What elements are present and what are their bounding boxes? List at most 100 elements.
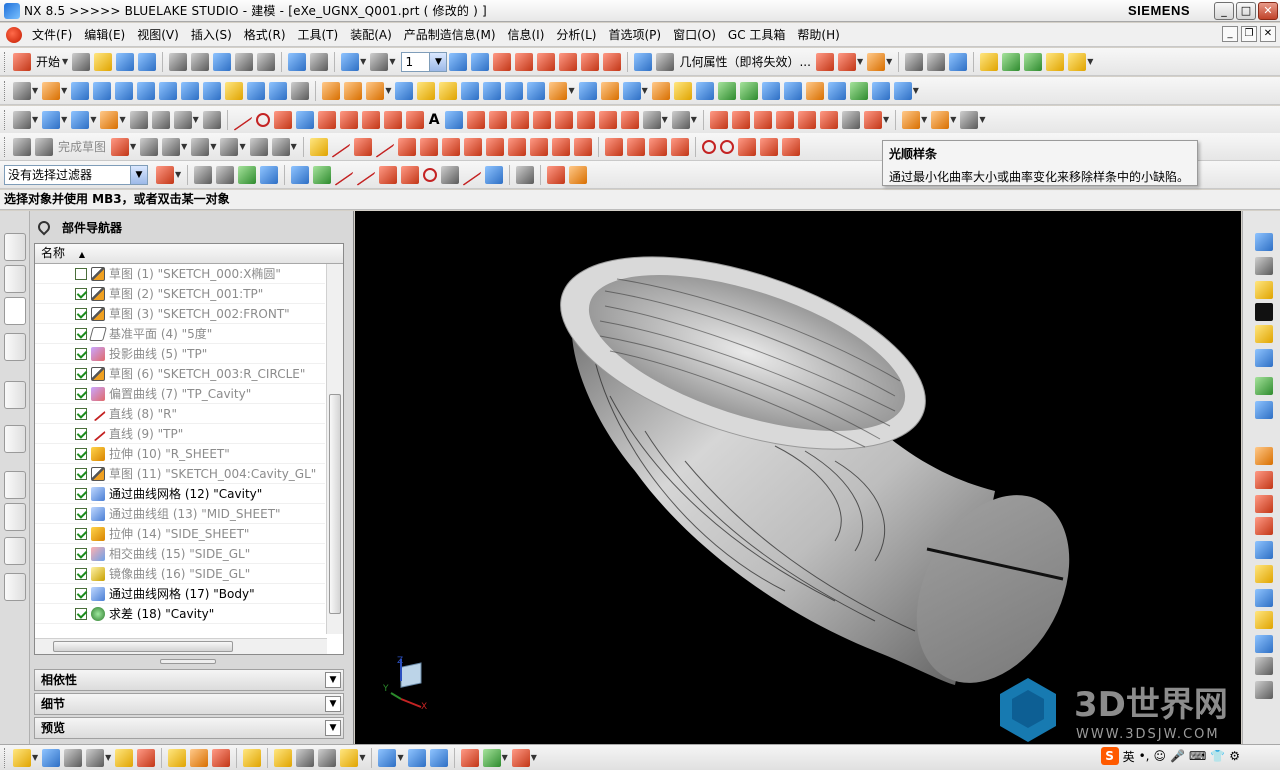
smooth-spline-icon[interactable] <box>797 110 816 129</box>
plane-icon[interactable] <box>559 52 578 71</box>
resource-tab-assembly[interactable] <box>4 233 26 261</box>
sketch-ellipse-icon[interactable] <box>507 137 526 156</box>
menu-edit[interactable]: 编辑(E) <box>78 26 131 43</box>
align-icon[interactable] <box>370 52 389 71</box>
cone-icon[interactable] <box>137 81 156 100</box>
fill-surface-icon[interactable] <box>849 81 868 100</box>
layer-visible-icon[interactable] <box>471 52 490 71</box>
studio-surface-icon[interactable] <box>805 81 824 100</box>
wrap-curve-icon[interactable] <box>488 110 507 129</box>
menu-preferences[interactable]: 首选项(P) <box>602 26 667 43</box>
undo-icon[interactable] <box>288 52 307 71</box>
info-icon[interactable] <box>656 52 675 71</box>
save-as-icon[interactable] <box>138 52 157 71</box>
sketch-fillet-icon[interactable] <box>397 137 416 156</box>
bridge-icon[interactable] <box>783 81 802 100</box>
sketch-offset-icon[interactable] <box>551 137 570 156</box>
curve-length-icon[interactable] <box>819 110 838 129</box>
x-form-icon[interactable] <box>731 110 750 129</box>
render-quality-icon[interactable] <box>378 748 397 767</box>
tree-node[interactable]: 直线 (9) "TP" <box>35 424 325 444</box>
scissors-icon[interactable] <box>235 52 254 71</box>
point-icon[interactable] <box>493 52 512 71</box>
toolbar-grip[interactable] <box>4 51 8 72</box>
visibility-checkbox[interactable] <box>75 367 87 380</box>
visibility-checkbox[interactable] <box>75 287 87 300</box>
reflection-icon[interactable] <box>931 110 950 129</box>
analysis-icon[interactable] <box>1255 447 1273 465</box>
work-layer-select[interactable]: 1 ▼ <box>401 51 448 72</box>
lighting-icon[interactable] <box>429 748 448 767</box>
refit-curve-icon[interactable] <box>863 110 882 129</box>
tree-node[interactable]: 投影曲线 (5) "TP" <box>35 344 325 364</box>
edit-object-icon[interactable] <box>213 52 232 71</box>
label-a-icon[interactable] <box>1255 681 1273 699</box>
skin-icon[interactable]: 👕 <box>1210 749 1225 763</box>
mirror-curve-icon[interactable] <box>444 110 463 129</box>
start-button[interactable]: 开始 <box>36 53 60 70</box>
minimize-button[interactable]: _ <box>1214 2 1234 20</box>
paste-bottom-icon[interactable] <box>190 748 209 767</box>
helix-icon[interactable] <box>202 110 221 129</box>
hole-icon[interactable] <box>247 81 266 100</box>
view-triad[interactable]: Z X Y <box>382 656 427 712</box>
punctuation-icon[interactable]: •, <box>1139 749 1150 763</box>
role-icon[interactable] <box>1046 52 1065 71</box>
shell-icon[interactable] <box>461 81 480 100</box>
menu-format[interactable]: 格式(R) <box>238 26 292 43</box>
dimension-analysis-icon[interactable] <box>1255 611 1273 629</box>
select-all-icon[interactable] <box>194 165 213 184</box>
material-icon[interactable] <box>460 748 479 767</box>
delete-icon[interactable] <box>257 52 276 71</box>
nx-menu-icon[interactable] <box>6 26 22 43</box>
sketch-mirror-icon[interactable] <box>573 137 592 156</box>
snap-endpoint-icon[interactable] <box>335 163 354 186</box>
constraint-icon[interactable] <box>220 137 239 156</box>
chevron-down-icon[interactable]: ▼ <box>429 52 447 71</box>
vector-icon[interactable] <box>537 52 556 71</box>
resource-tab-hd3d[interactable] <box>4 381 26 409</box>
intersect-icon[interactable] <box>366 81 385 100</box>
snap-control-icon[interactable] <box>379 165 398 184</box>
face-curvature-icon[interactable] <box>1255 517 1273 535</box>
sketch-point-icon[interactable] <box>309 137 328 156</box>
datum-plane-icon[interactable] <box>42 110 61 129</box>
select-body-icon[interactable] <box>260 165 279 184</box>
point-set-icon[interactable] <box>515 52 534 71</box>
sketch-icon[interactable] <box>13 110 31 129</box>
copy-icon[interactable] <box>169 52 188 71</box>
tree-node[interactable]: 通过曲线组 (13) "MID_SHEET" <box>35 504 325 524</box>
menu-view[interactable]: 视图(V) <box>131 26 185 43</box>
annotation-icon[interactable] <box>1255 657 1273 675</box>
sketch-conic-icon[interactable] <box>529 137 548 156</box>
sketch-polygon-icon[interactable] <box>463 137 482 156</box>
isoparametric-icon[interactable] <box>510 110 529 129</box>
swept-icon[interactable] <box>739 81 758 100</box>
section-preview[interactable]: 预览 ▼ <box>34 717 344 739</box>
sew-icon[interactable] <box>549 81 568 100</box>
save-icon[interactable] <box>116 52 135 71</box>
snap-quadrant-icon[interactable] <box>441 165 460 184</box>
infer-icon[interactable] <box>249 137 268 156</box>
divide-curve-icon[interactable] <box>576 110 595 129</box>
sketch-view-icon[interactable] <box>140 137 159 156</box>
menu-information[interactable]: 信息(I) <box>502 26 551 43</box>
sketch-spline-icon[interactable] <box>485 137 504 156</box>
line-icon[interactable] <box>233 108 252 131</box>
doc-close-button[interactable]: ✕ <box>1260 26 1276 42</box>
section-curve-icon[interactable] <box>405 110 424 129</box>
resource-tab-part-navigator[interactable] <box>4 297 26 325</box>
tree-horizontal-scrollbar[interactable] <box>35 638 327 654</box>
tree-node[interactable]: 基准平面 (4) "5度" <box>35 324 325 344</box>
eraser-icon[interactable] <box>980 52 999 71</box>
visibility-checkbox[interactable] <box>75 527 87 540</box>
resource-tab-history[interactable] <box>4 471 26 499</box>
chevron-down-icon[interactable]: ▼ <box>62 57 68 66</box>
visibility-checkbox[interactable] <box>75 567 87 580</box>
render-style-icon[interactable] <box>547 165 566 184</box>
open-folder-icon[interactable] <box>94 52 113 71</box>
measure-angle-icon[interactable] <box>837 52 856 71</box>
selection-scope-icon[interactable] <box>156 165 174 184</box>
transform-icon[interactable] <box>1255 401 1273 419</box>
tree-node[interactable]: 通过曲线网格 (12) "Cavity" <box>35 484 325 504</box>
